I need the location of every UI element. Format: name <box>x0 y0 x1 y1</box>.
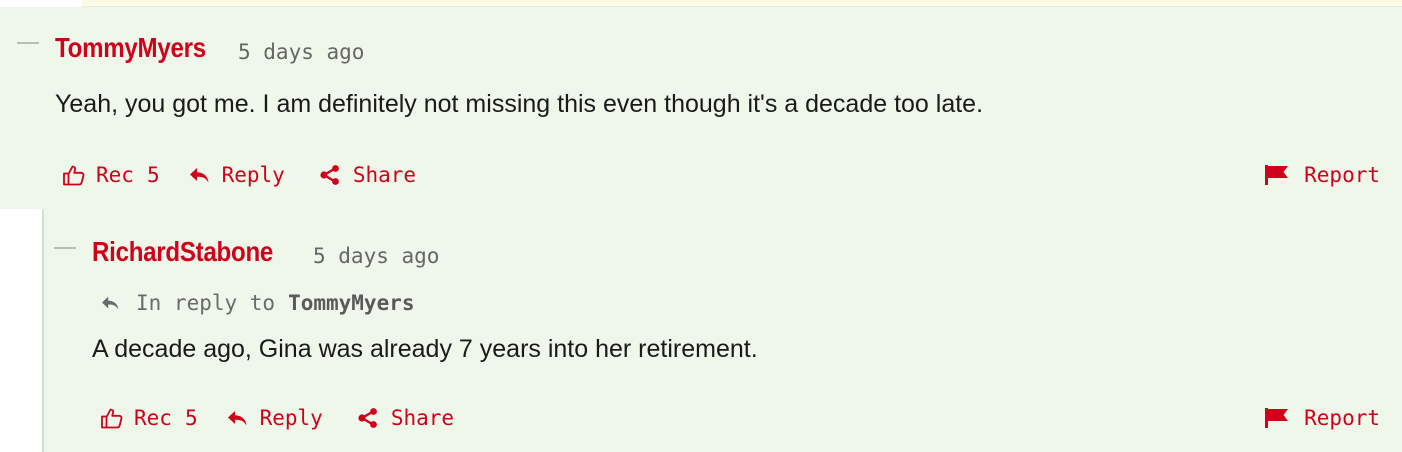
comment-actions: Rec 5 Reply Share <box>100 404 454 432</box>
comment-author[interactable]: RichardStabone <box>92 235 273 269</box>
reply-label: Reply <box>221 163 285 187</box>
flag-icon <box>1264 407 1290 429</box>
in-reply-to-line: In reply to TommyMyers <box>100 289 415 317</box>
comment-body: Yeah, you got me. I am definitely not mi… <box>55 90 984 118</box>
comment-richardstabone: RichardStabone 5 days ago In reply to To… <box>42 209 1402 452</box>
reply-button[interactable]: Reply <box>226 404 323 432</box>
comment-author[interactable]: TommyMyers <box>55 31 206 65</box>
report-label: Report <box>1304 163 1380 187</box>
reply-arrow-icon <box>102 296 119 310</box>
recommend-count: 5 <box>146 163 160 187</box>
recommend-button[interactable]: Rec 5 <box>62 161 160 189</box>
recommend-label: Rec <box>96 163 134 187</box>
comment-body: A decade ago, Gina was already 7 years i… <box>92 335 758 363</box>
report-button[interactable]: Report <box>1264 161 1380 189</box>
recommend-count: 5 <box>184 406 198 430</box>
reply-label: Reply <box>259 406 323 430</box>
comment-timestamp: 5 days ago <box>313 244 440 268</box>
recommend-label: Rec <box>134 406 172 430</box>
collapse-toggle-minus-icon[interactable] <box>54 247 76 249</box>
report-label: Report <box>1304 406 1380 430</box>
share-label: Share <box>352 163 417 187</box>
flag-icon <box>1264 164 1290 186</box>
reply-arrow-icon <box>188 166 210 184</box>
previous-comment-strip <box>82 0 1402 7</box>
thumbs-up-outline-icon <box>62 163 86 187</box>
report-button[interactable]: Report <box>1264 404 1380 432</box>
reply-arrow-icon <box>226 409 248 427</box>
share-button[interactable]: Share <box>319 161 416 189</box>
share-nodes-icon <box>319 164 341 186</box>
collapse-toggle-minus-icon[interactable] <box>17 42 39 44</box>
comment-tommymyers: TommyMyers 5 days ago Yeah, you got me. … <box>0 7 1402 209</box>
comment-timestamp: 5 days ago <box>238 40 365 64</box>
recommend-button[interactable]: Rec 5 <box>100 404 198 432</box>
share-label: Share <box>390 406 455 430</box>
in-reply-to-author[interactable]: TommyMyers <box>288 289 414 317</box>
in-reply-to-prefix: In reply to <box>136 291 276 315</box>
share-button[interactable]: Share <box>357 404 454 432</box>
reply-button[interactable]: Reply <box>188 161 285 189</box>
comment-actions: Rec 5 Reply Share <box>62 161 416 189</box>
thumbs-up-outline-icon <box>100 406 124 430</box>
share-nodes-icon <box>357 407 379 429</box>
